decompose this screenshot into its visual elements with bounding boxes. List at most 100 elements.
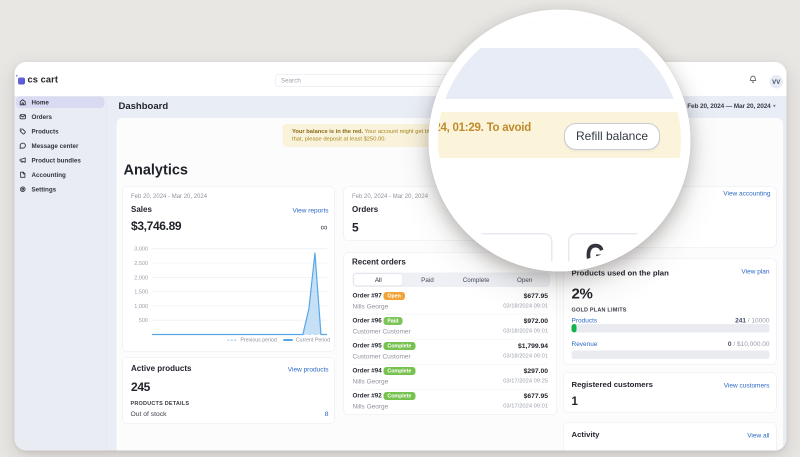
sidebar-item-product-bundles[interactable]: Product bundles [16, 155, 105, 167]
order-id: Order #92 [353, 392, 382, 399]
order-status-badge: Open [383, 292, 404, 300]
recent-orders-title: Recent orders [352, 258, 406, 267]
order-status-badge: Complete [383, 392, 415, 400]
products-details-label: PRODUCTS DETAILS [131, 401, 190, 407]
out-of-stock-label: Out of stock [131, 410, 167, 418]
legend-previous-label: Previous period [240, 337, 276, 343]
order-total: $677.95 [524, 392, 548, 400]
plan-limit-label[interactable]: Revenue [572, 340, 598, 348]
tab-open[interactable]: Open [500, 274, 549, 287]
registered-customers-card: Registered customers View customers 1 [563, 372, 777, 413]
order-status-badge: Complete [383, 342, 415, 350]
product-bundles-icon [19, 157, 27, 165]
plan-limit-total: / $10,000.00 [732, 340, 770, 348]
sidebar-item-label: Product bundles [32, 157, 81, 164]
order-id: Order #97 [353, 292, 382, 299]
chevron-down-icon: ▾ [773, 104, 775, 110]
svg-text:1,500: 1,500 [134, 290, 148, 296]
bell-icon[interactable] [749, 75, 758, 84]
active-products-title: Active products [131, 365, 191, 374]
tab-paid[interactable]: Paid [403, 274, 452, 287]
sales-card: Feb 20, 2024 - Mar 20, 2024 Sales View r… [123, 186, 335, 352]
sidebar-item-label: Home [32, 99, 49, 106]
tab-complete[interactable]: Complete [452, 274, 501, 287]
analytics-heading: Analytics [124, 162, 188, 179]
magnified-banner-text: Your account might get blocked on 03/24/… [438, 121, 531, 135]
sales-chart: 5001,0001,5002,0002,5003,000 [123, 187, 335, 353]
previous-period-swatch [227, 339, 238, 341]
view-plan-link[interactable]: View plan [741, 268, 769, 276]
sidebar-item-home[interactable]: Home [16, 97, 105, 109]
legend-current-label: Current Period [296, 337, 330, 343]
sidebar: Home Orders Products Message center Product … [15, 96, 107, 451]
cscart-logo-text[interactable]: cs cart [28, 62, 59, 96]
sidebar-item-products[interactable]: Products [16, 126, 105, 138]
activity-card: Activity View all [563, 422, 777, 451]
tab-all[interactable]: All [354, 274, 404, 287]
accounting-icon [19, 171, 27, 179]
svg-text:2,000: 2,000 [134, 275, 148, 281]
plan-progress-track [572, 324, 770, 333]
view-all-link[interactable]: View all [747, 432, 769, 440]
order-date: 03/17/2024 09:01 [503, 403, 548, 409]
order-row[interactable]: Order #94Complete$297.00Nills George03/1… [353, 365, 549, 390]
plan-limit-used: 241 [735, 317, 746, 325]
order-row[interactable]: Order #95Complete$1,799.94Customer Custo… [353, 340, 549, 365]
user-avatar[interactable]: VV [770, 75, 784, 89]
sidebar-item-settings[interactable]: Settings [16, 184, 105, 196]
svg-text:3,000: 3,000 [134, 247, 148, 253]
date-range-label: Feb 20, 2024 — Mar 20, 2024 [687, 102, 770, 110]
plan-limit-label[interactable]: Products [572, 317, 598, 325]
activity-title: Activity [572, 431, 600, 440]
sidebar-item-accounting[interactable]: Accounting [16, 169, 105, 181]
page-background: cs cart VV Home Orders Products Message cen… [0, 0, 800, 457]
registered-customers-value: 1 [572, 395, 578, 409]
order-status-badge: Paid [383, 317, 402, 325]
active-products-value: 245 [131, 381, 150, 395]
sidebar-item-orders[interactable]: Orders [16, 111, 105, 123]
sidebar-item-label: Products [32, 128, 59, 135]
orders-title: Orders [352, 206, 378, 215]
order-date: 03/17/2024 09:25 [503, 378, 548, 384]
current-period-swatch [283, 339, 293, 341]
sidebar-item-label: Orders [32, 113, 53, 120]
order-status-badge: Complete [383, 367, 415, 375]
chart-legend: Previous period Current Period [227, 337, 330, 343]
order-customer: Nills George [353, 303, 389, 311]
magnified-partial-letter: G [586, 240, 606, 263]
orders-value: 5 [352, 221, 358, 235]
plan-card-title: Products used on the plan [572, 269, 669, 278]
sidebar-item-message-center[interactable]: Message center [16, 140, 105, 152]
view-products-link[interactable]: View products [288, 366, 329, 374]
order-date: 03/18/2024 09:01 [503, 353, 548, 359]
magnified-header-band [438, 48, 681, 99]
view-customers-link[interactable]: View customers [724, 382, 770, 390]
svg-text:500: 500 [139, 318, 148, 324]
order-id: Order #96 [353, 317, 382, 324]
order-total: $972.00 [524, 317, 548, 325]
cscart-logo-icon[interactable] [18, 78, 25, 85]
view-accounting-link[interactable]: View accounting [723, 190, 770, 198]
out-of-stock-value[interactable]: 8 [325, 410, 329, 418]
screenshot-viewport: cs cart VV Home Orders Products Message cen… [0, 0, 800, 457]
order-row[interactable]: Order #96Paid$972.00Customer Customer03/… [353, 315, 549, 340]
order-total: $677.95 [524, 292, 548, 300]
date-range-selector[interactable]: Feb 20, 2024 — Mar 20, 2024▾ [687, 102, 775, 110]
order-customer: Nills George [353, 378, 389, 386]
order-row[interactable]: Order #92Complete$677.95Nills George03/1… [353, 390, 549, 415]
magnifier-content: Your account might get blocked on 03/24/… [438, 19, 681, 262]
home-icon [19, 99, 27, 107]
order-customer: Customer Customer [353, 353, 411, 361]
plan-limit-value: 0 / $10,000.00 [728, 340, 770, 348]
recent-orders-card: Recent orders AllPaidCompleteOpen Order … [344, 252, 558, 415]
logo-spark-icon [16, 75, 18, 77]
order-date: 03/18/2024 09:01 [503, 303, 548, 309]
orders-icon [19, 113, 27, 121]
banner-bold-text: Your balance is in the red. [292, 129, 363, 135]
svg-text:2,500: 2,500 [134, 261, 148, 267]
order-row[interactable]: Order #97Open $677.95 Nills George 03/18/20… [353, 290, 549, 315]
magnified-refill-balance-button[interactable]: Refill balance [564, 123, 660, 150]
magnifier-circle: Your account might get blocked on 03/24/… [429, 10, 691, 272]
order-customer: Customer Customer [353, 328, 411, 336]
sidebar-item-label: Message center [32, 142, 79, 149]
